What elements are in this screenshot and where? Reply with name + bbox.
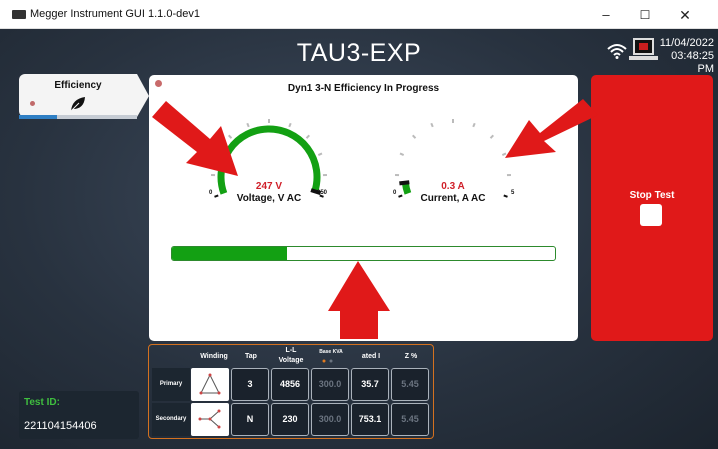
header-z-pct: Z %: [404, 353, 418, 360]
tab-efficiency-label: Efficiency: [54, 80, 102, 91]
datetime: 11/04/2022 03:48:25 PM: [658, 37, 714, 76]
winding-wye-icon[interactable]: [191, 403, 229, 436]
stop-icon: [640, 204, 662, 226]
tab-progress-track: [19, 115, 137, 119]
voltage-gauge: 0 250 247 V Voltage, V AC: [199, 115, 339, 215]
instrument-status-icon: [633, 38, 654, 55]
app-icon: [12, 10, 26, 19]
header-rated-i: ated I: [361, 353, 381, 360]
panel-heading: Dyn1 3-N Efficiency In Progress: [287, 83, 440, 94]
cell-secondary-tap[interactable]: N: [231, 403, 269, 436]
measurement-panel: Dyn1 3-N Efficiency In Progress 0 250 24…: [149, 75, 578, 341]
app-area: TAU3-EXP 11/04/2022 03:48:25 PM Efficien…: [0, 29, 718, 449]
tab-pointer: [137, 74, 149, 117]
time-text: 03:48:25 PM: [671, 50, 714, 75]
cell-primary-tap[interactable]: 3: [231, 368, 269, 401]
voltage-unit-label: Voltage, V AC: [236, 193, 302, 204]
cell-secondary-z-pct: 5.45: [391, 403, 429, 436]
window-titlebar: Megger Instrument GUI 1.1.0-dev1 – ☐ ✕: [0, 0, 718, 29]
cell-secondary-ll-voltage[interactable]: 230: [271, 403, 309, 436]
test-progress-bar: [171, 246, 556, 261]
header-tap: Tap: [245, 353, 257, 360]
tab-efficiency[interactable]: Efficiency: [19, 74, 137, 117]
close-button[interactable]: ✕: [668, 4, 702, 26]
row-label-primary: Primary: [152, 368, 190, 401]
test-progress-fill: [172, 247, 287, 260]
date-text: 11/04/2022: [659, 37, 714, 49]
test-id-label: Test ID:: [24, 397, 60, 408]
base-kva-page-dots: [322, 359, 333, 363]
cell-primary-base-kva: 300.0: [311, 368, 349, 401]
test-id-box: Test ID: 221104154406: [19, 391, 139, 439]
window-title: Megger Instrument GUI 1.1.0-dev1: [30, 8, 200, 20]
cell-secondary-rated-i[interactable]: 753.1: [351, 403, 389, 436]
row-label-secondary: Secondary: [152, 403, 190, 436]
stop-test-label: Stop Test: [629, 190, 675, 201]
header-base-kva: Base KVA: [319, 349, 343, 355]
winding-delta-icon[interactable]: [191, 368, 229, 401]
minimize-button[interactable]: –: [589, 4, 623, 26]
current-gauge: 0 5 0.3 A Current, A AC: [383, 115, 523, 215]
tab-progress-fill: [19, 115, 57, 119]
wifi-icon: [607, 44, 627, 59]
cell-secondary-base-kva: 300.0: [311, 403, 349, 436]
maximize-button[interactable]: ☐: [628, 4, 662, 26]
stop-test-button[interactable]: Stop Test: [591, 75, 713, 341]
current-value: 0.3 A: [441, 181, 465, 192]
cell-primary-rated-i[interactable]: 35.7: [351, 368, 389, 401]
winding-table: Winding Tap L-L Voltage Base KVA ated I …: [148, 344, 434, 439]
test-id-value: 221104154406: [24, 420, 97, 432]
cell-primary-z-pct: 5.45: [391, 368, 429, 401]
voltage-value: 247 V: [255, 181, 283, 192]
header-ll-voltage: L-L Voltage: [278, 347, 304, 364]
cell-primary-ll-voltage[interactable]: 4856: [271, 368, 309, 401]
tab-status-dot: [30, 101, 35, 106]
leaf-icon: [70, 97, 85, 112]
current-unit-label: Current, A AC: [420, 193, 486, 204]
instrument-status-icon-base: [629, 56, 658, 60]
